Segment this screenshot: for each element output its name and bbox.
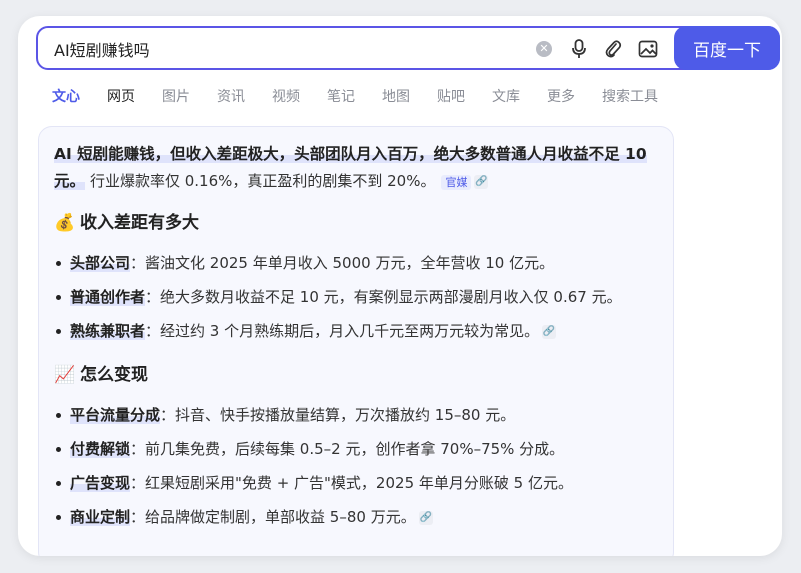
item-term: 付费解锁: [70, 440, 131, 458]
section-heading-monetization: 📈 怎么变现: [54, 362, 662, 388]
chart-increasing-icon: 📈: [54, 365, 76, 385]
tab-images[interactable]: 图片: [162, 86, 190, 106]
ai-answer-card: AI 短剧能赚钱，但收入差距极大，头部团队月入百万，绝大多数普通人月收益不足 1…: [38, 126, 674, 556]
search-tabs: 文心 网页 图片 资讯 视频 笔记 地图 贴吧 文库 更多 搜索工具: [52, 86, 685, 106]
item-term: 熟练兼职者: [70, 322, 146, 340]
item-term: 广告变现: [70, 474, 131, 492]
list-item: 广告变现：红果短剧采用"免费 + 广告"模式，2025 年单月分账破 5 亿元。: [54, 466, 662, 500]
item-desc: 酱油文化 2025 年单月收入 5000 万元，全年营收 10 亿元。: [145, 254, 555, 272]
search-button[interactable]: 百度一下: [674, 26, 780, 70]
list-item: 平台流量分成：抖音、快手按播放量结算，万次播放约 15–80 元。: [54, 398, 662, 432]
list-item: 熟练兼职者：经过约 3 个月熟练期后，月入几千元至两万元较为常见。 🔗: [54, 314, 662, 348]
income-gap-list: 头部公司：酱油文化 2025 年单月收入 5000 万元，全年营收 10 亿元。…: [54, 246, 662, 348]
section-title: 收入差距有多大: [80, 213, 199, 233]
item-desc: 抖音、快手按播放量结算，万次播放约 15–80 元。: [175, 406, 516, 424]
tab-notes[interactable]: 笔记: [327, 86, 355, 106]
item-desc: 红果短剧采用"免费 + 广告"模式，2025 年单月分账破 5 亿元。: [145, 474, 573, 492]
clear-icon[interactable]: ✕: [534, 39, 554, 59]
section-heading-income-gap: 💰 收入差距有多大: [54, 210, 662, 236]
answer-summary: AI 短剧能赚钱，但收入差距极大，头部团队月入百万，绝大多数普通人月收益不足 1…: [54, 141, 662, 196]
item-desc: 经过约 3 个月熟练期后，月入几千元至两万元较为常见。: [160, 322, 540, 340]
tab-search-tools[interactable]: 搜索工具: [602, 86, 658, 106]
tab-news[interactable]: 资讯: [217, 86, 245, 106]
tab-tieba[interactable]: 贴吧: [437, 86, 465, 106]
search-bar: ✕ 百度一下: [36, 26, 780, 70]
item-term: 普通创作者: [70, 288, 146, 306]
section-title: 怎么变现: [80, 365, 148, 385]
item-term: 头部公司: [70, 254, 131, 272]
search-input[interactable]: [52, 37, 516, 61]
source-tag[interactable]: 官媒: [441, 175, 472, 190]
list-item: 付费解锁：前几集免费，后续每集 0.5–2 元，创作者拿 70%–75% 分成。: [54, 432, 662, 466]
item-term: 商业定制: [70, 508, 131, 526]
item-desc: 前几集免费，后续每集 0.5–2 元，创作者拿 70%–75% 分成。: [145, 440, 565, 458]
summary-rest: 行业爆款率仅 0.16%，真正盈利的剧集不到 20%。: [89, 172, 436, 190]
list-item: 普通创作者：绝大多数月收益不足 10 元，有案例显示两部漫剧月收入仅 0.67 …: [54, 280, 662, 314]
list-item: 头部公司：酱油文化 2025 年单月收入 5000 万元，全年营收 10 亿元。: [54, 246, 662, 280]
tab-wenku[interactable]: 文库: [492, 86, 520, 106]
tab-web[interactable]: 网页: [107, 86, 135, 106]
link-icon[interactable]: 🔗: [474, 174, 489, 189]
tab-map[interactable]: 地图: [382, 86, 410, 106]
moneybag-icon: 💰: [54, 213, 76, 233]
item-term: 平台流量分成: [70, 406, 161, 424]
image-search-icon[interactable]: [638, 39, 658, 59]
item-desc: 给品牌做定制剧，单部收益 5–80 万元。: [145, 508, 416, 526]
tab-more[interactable]: 更多: [547, 86, 575, 106]
link-icon[interactable]: 🔗: [542, 324, 557, 339]
item-desc: 绝大多数月收益不足 10 元，有案例显示两部漫剧月收入仅 0.67 元。: [160, 288, 622, 306]
tab-wenxin[interactable]: 文心: [52, 86, 80, 106]
link-icon[interactable]: 🔗: [418, 510, 433, 525]
microphone-icon[interactable]: [569, 39, 589, 59]
browser-window: ✕ 百度一下 文心 网页 图片 资讯 视频 笔记 地图 贴吧 文库 更多 搜索工…: [18, 16, 782, 556]
list-item: 商业定制：给品牌做定制剧，单部收益 5–80 万元。 🔗: [54, 500, 662, 534]
tab-video[interactable]: 视频: [272, 86, 300, 106]
paperclip-icon[interactable]: [603, 39, 623, 59]
monetization-list: 平台流量分成：抖音、快手按播放量结算，万次播放约 15–80 元。 付费解锁：前…: [54, 398, 662, 534]
